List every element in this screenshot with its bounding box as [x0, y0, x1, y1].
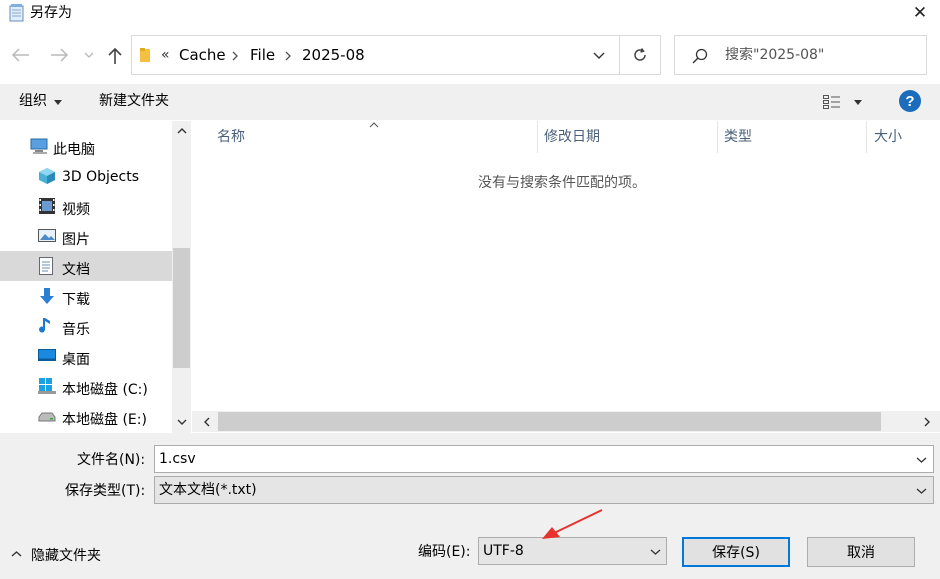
- sidebar-item-drive-e[interactable]: 本地磁盘 (E:): [0, 401, 172, 431]
- save-options-panel: 文件名(N): 1.csv 保存类型(T): 文本文档(*.txt) 隐藏文件夹…: [0, 433, 940, 579]
- hscroll-thumb[interactable]: [218, 412, 881, 431]
- scroll-down-icon[interactable]: [176, 417, 187, 427]
- search-placeholder[interactable]: 搜索"2025-08": [725, 48, 824, 62]
- file-list: 名称 修改日期 类型 大小 没有与搜索条件匹配的项。: [192, 121, 940, 433]
- filetype-value[interactable]: 文本文档(*.txt): [159, 483, 257, 497]
- encoding-label: 编码(E):: [418, 544, 471, 560]
- sidebar-item-downloads[interactable]: 下载: [0, 281, 172, 311]
- column-divider[interactable]: [866, 121, 867, 153]
- picture-icon: [38, 227, 56, 245]
- folder-icon: [138, 46, 152, 64]
- breadcrumb-separator-icon[interactable]: [283, 50, 293, 62]
- cancel-button-label: 取消: [847, 545, 875, 561]
- filetype-select[interactable]: 文本文档(*.txt): [154, 476, 934, 504]
- refresh-icon[interactable]: [628, 45, 652, 65]
- sidebar-item-this-pc[interactable]: 此电脑: [0, 131, 172, 161]
- search-icon: [691, 47, 709, 65]
- sidebar-item-label: 本地磁盘 (E:): [62, 412, 147, 428]
- sidebar-item-drive-c[interactable]: 本地磁盘 (C:): [0, 371, 172, 401]
- scroll-right-icon[interactable]: [922, 416, 932, 427]
- sidebar-item-pictures[interactable]: 图片: [0, 221, 172, 251]
- chevron-down-icon[interactable]: [915, 455, 927, 465]
- chevron-down-icon[interactable]: [915, 486, 927, 496]
- sort-ascending-icon: [368, 121, 380, 129]
- column-divider[interactable]: [537, 121, 538, 153]
- sidebar-item-label: 文档: [62, 262, 90, 278]
- sidebar-item-videos[interactable]: 视频: [0, 191, 172, 221]
- column-header-size[interactable]: 大小: [874, 130, 902, 144]
- filetype-label: 保存类型(T):: [65, 483, 146, 499]
- hide-folders-toggle[interactable]: 隐藏文件夹: [31, 549, 101, 563]
- sidebar-scrollbar[interactable]: [172, 121, 191, 433]
- organize-button[interactable]: 组织: [19, 94, 47, 108]
- sidebar-item-label: 本地磁盘 (C:): [62, 382, 148, 398]
- column-header-name[interactable]: 名称: [217, 130, 245, 144]
- address-bar[interactable]: « Cache File 2025-08: [131, 35, 661, 75]
- desktop-icon: [38, 347, 56, 365]
- view-dropdown-icon[interactable]: [852, 97, 864, 107]
- close-button[interactable]: ✕: [900, 0, 940, 26]
- new-folder-button[interactable]: 新建文件夹: [99, 94, 169, 108]
- dialog-title: 另存为: [30, 5, 72, 21]
- music-icon: [38, 317, 56, 335]
- organize-dropdown-icon[interactable]: [53, 98, 63, 106]
- sidebar-item-label: 音乐: [62, 322, 90, 338]
- breadcrumb-file[interactable]: File: [250, 48, 275, 63]
- breadcrumb-overflow[interactable]: «: [161, 48, 170, 62]
- download-icon: [38, 287, 56, 305]
- column-header-type[interactable]: 类型: [724, 130, 752, 144]
- sidebar-item-documents[interactable]: 文档: [0, 251, 172, 281]
- filename-label: 文件名(N):: [77, 452, 146, 468]
- chevron-up-icon[interactable]: [10, 549, 22, 559]
- sidebar-item-label: 桌面: [62, 352, 90, 368]
- address-dropdown-icon[interactable]: [592, 48, 606, 62]
- notepad-icon: [8, 4, 26, 22]
- encoding-value[interactable]: UTF-8: [483, 544, 524, 558]
- save-button-label: 保存(S): [712, 545, 760, 561]
- view-options-icon[interactable]: [822, 93, 842, 111]
- sidebar-item-music[interactable]: 音乐: [0, 311, 172, 341]
- sidebar-item-3d-objects[interactable]: 3D Objects: [0, 161, 172, 191]
- navigation-pane: 此电脑 3D Objects 视频 图片 文档 下载 音乐 桌面 本地磁盘 (C…: [0, 121, 192, 433]
- annotation-arrow: [542, 509, 603, 539]
- chevron-down-icon[interactable]: [649, 547, 661, 557]
- back-arrow-icon[interactable]: [10, 44, 32, 66]
- sidebar-item-label: 视频: [62, 202, 90, 218]
- address-divider: [619, 36, 620, 74]
- drive-e-icon: [38, 407, 56, 425]
- file-list-hscrollbar[interactable]: [192, 411, 940, 432]
- search-box[interactable]: 搜索"2025-08": [674, 35, 927, 75]
- help-button[interactable]: ?: [899, 90, 921, 112]
- computer-icon: [30, 137, 48, 155]
- breadcrumb-cache[interactable]: Cache: [179, 48, 226, 63]
- sidebar-item-label: 下载: [62, 292, 90, 308]
- title-bar: 另存为 ✕: [0, 0, 940, 28]
- filename-value[interactable]: 1.csv: [159, 452, 196, 466]
- scroll-thumb[interactable]: [173, 248, 190, 368]
- sidebar-item-label: 3D Objects: [62, 169, 140, 185]
- drive-c-icon: [38, 377, 56, 395]
- scroll-up-icon[interactable]: [176, 126, 187, 136]
- 3d-objects-icon: [38, 167, 56, 185]
- scroll-left-icon[interactable]: [202, 416, 212, 427]
- forward-arrow-icon[interactable]: [48, 44, 70, 66]
- video-icon: [38, 197, 56, 215]
- sidebar-item-label: 图片: [62, 232, 90, 248]
- save-button[interactable]: 保存(S): [682, 537, 790, 567]
- cancel-button[interactable]: 取消: [807, 537, 915, 567]
- sidebar-item-label: 此电脑: [53, 142, 95, 158]
- close-icon: ✕: [912, 3, 928, 23]
- column-divider[interactable]: [717, 121, 718, 153]
- empty-message: 没有与搜索条件匹配的项。: [478, 175, 646, 191]
- breadcrumb-separator-icon[interactable]: [230, 50, 240, 62]
- up-arrow-icon[interactable]: [105, 45, 125, 67]
- column-header-modified[interactable]: 修改日期: [544, 130, 600, 144]
- breadcrumb-current[interactable]: 2025-08: [302, 48, 365, 63]
- recent-locations-chevron-icon[interactable]: [82, 48, 96, 62]
- document-icon: [38, 257, 56, 275]
- filename-field[interactable]: 1.csv: [154, 445, 934, 473]
- sidebar-item-desktop[interactable]: 桌面: [0, 341, 172, 371]
- toolbar: 组织 新建文件夹 ?: [0, 84, 940, 120]
